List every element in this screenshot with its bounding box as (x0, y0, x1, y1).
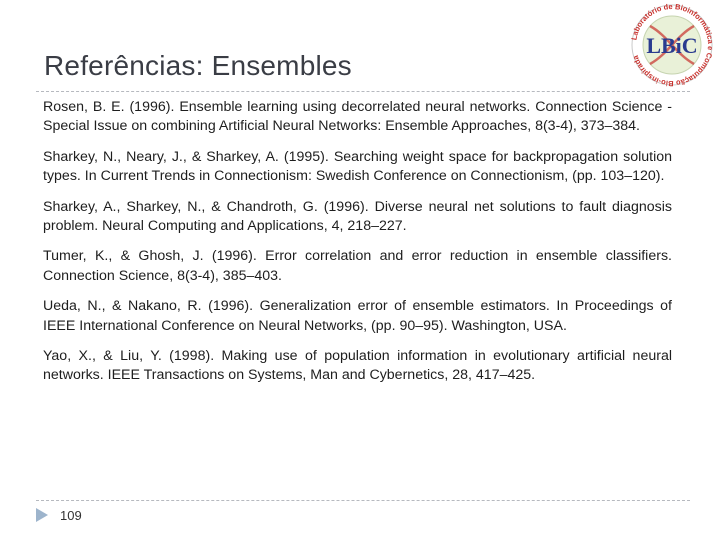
triangle-bullet-icon (36, 508, 48, 522)
reference-list: Rosen, B. E. (1996). Ensemble learning u… (43, 98, 672, 397)
reference-item: Tumer, K., & Ghosh, J. (1996). Error cor… (43, 248, 672, 284)
title-divider (36, 91, 690, 92)
page-number: 109 (60, 507, 82, 523)
reference-item: Yao, X., & Liu, Y. (1998). Making use of… (43, 348, 672, 384)
reference-item: Ueda, N., & Nakano, R. (1996). Generaliz… (43, 298, 672, 334)
logo-text: LBiC (646, 33, 697, 58)
slide-title: Referências: Ensembles (44, 50, 352, 81)
footer-divider (36, 500, 690, 501)
slide-footer: 109 (36, 505, 82, 525)
lbic-logo: Laboratório de Bioinformática e Computaç… (629, 2, 715, 88)
reference-item: Sharkey, A., Sharkey, N., & Chandroth, G… (43, 198, 672, 235)
reference-item: Sharkey, N., Neary, J., & Sharkey, A. (1… (43, 148, 672, 185)
reference-item: Rosen, B. E. (1996). Ensemble learning u… (43, 99, 672, 135)
